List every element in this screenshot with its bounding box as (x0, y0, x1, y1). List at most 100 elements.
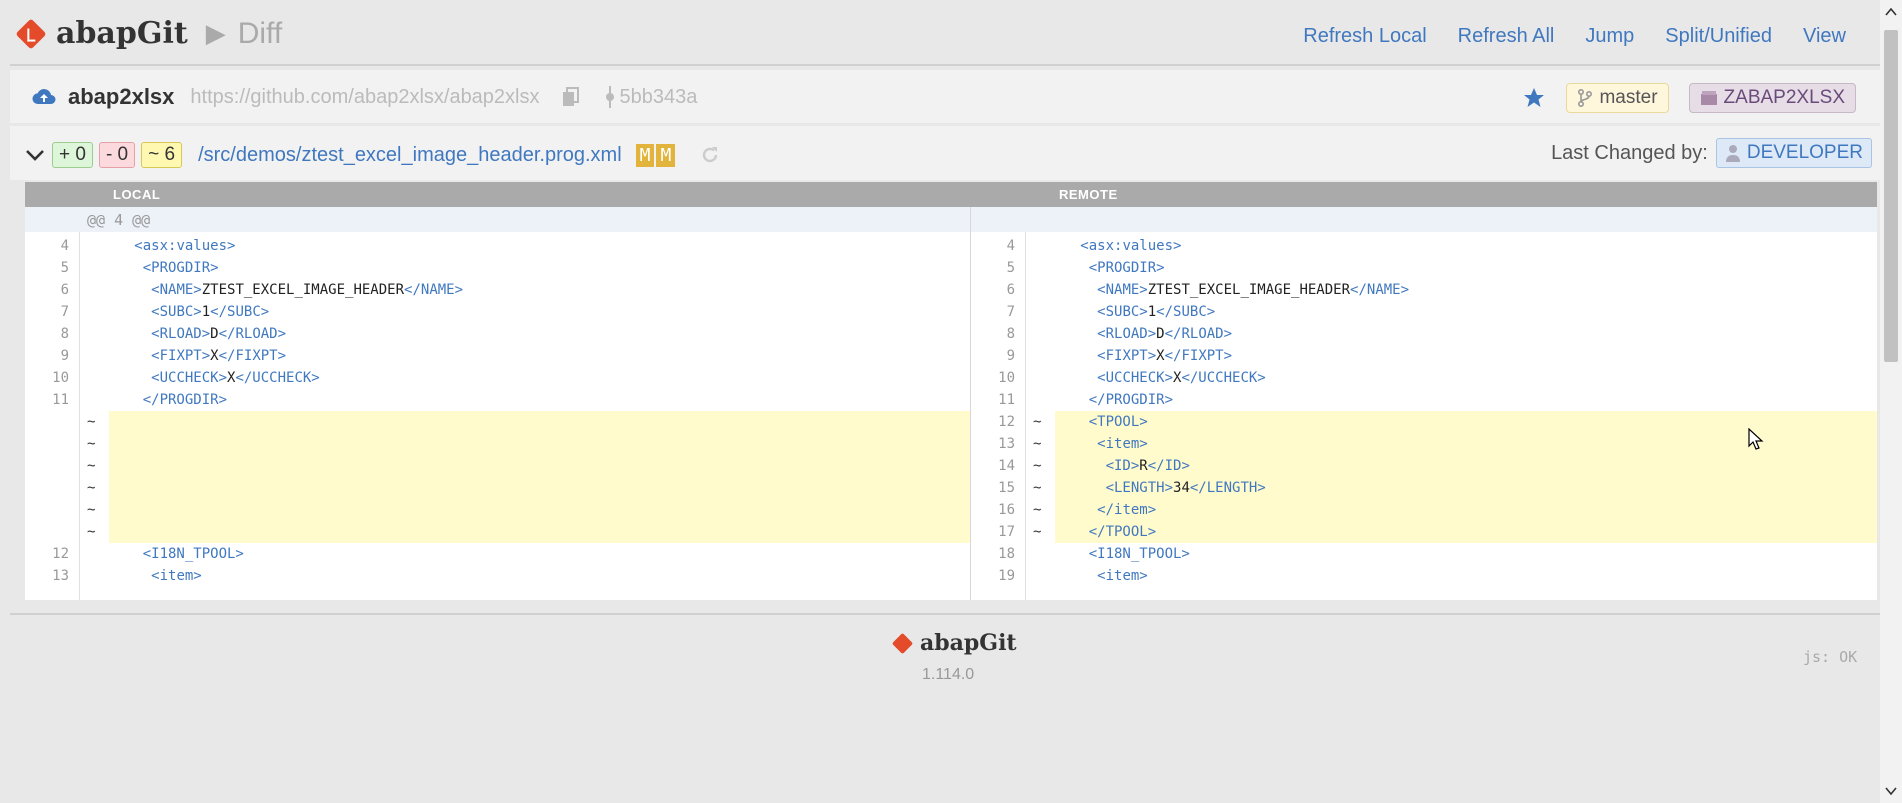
diff-header: LOCAL REMOTE (25, 182, 1877, 207)
remote-code-line: </item> (1097, 502, 1157, 518)
remote-line-number: 4 (1006, 238, 1015, 254)
local-code-line: </PROGDIR> (142, 392, 228, 408)
scroll-up-icon[interactable] (1885, 6, 1897, 18)
local-code-line: <I18N_TPOOL> (142, 546, 244, 562)
local-changed-line (109, 411, 970, 433)
modified-count-badge: ~ 6 (141, 142, 183, 168)
remote-line-number: 15 (998, 480, 1015, 496)
local-line-number: 5 (60, 260, 69, 276)
local-column-label: LOCAL (113, 187, 161, 202)
user-icon (1725, 145, 1740, 162)
local-line-number: 4 (60, 238, 69, 254)
local-line-number: 9 (60, 348, 69, 364)
local-changed-line (109, 477, 970, 499)
remote-code-line: </TPOOL> (1088, 524, 1157, 540)
local-state-badge: M (635, 143, 655, 167)
diff-table: LOCAL REMOTE @@ 4 @@ 4 4 <asx:values> <as… (25, 182, 1877, 600)
remote-line-number: 10 (998, 370, 1015, 386)
remote-code-line: <RLOAD>D</RLOAD> (1097, 326, 1233, 342)
chevron-down-icon[interactable] (24, 144, 46, 166)
remote-change-mark: ~ (1033, 480, 1042, 496)
version-label: 1.114.0 (922, 666, 975, 683)
brand: abapGit ▶ Diff (15, 16, 283, 51)
header-divider (10, 64, 1880, 66)
local-code-line: <asx:values> (134, 238, 236, 254)
remote-code-line: <NAME>ZTEST_EXCEL_IMAGE_HEADER</NAME> (1097, 282, 1410, 298)
remote-column-label: REMOTE (1059, 187, 1118, 202)
local-line-number: 12 (52, 546, 69, 562)
file-bar: + 0 - 0 ~ 6 /src/demos/ztest_excel_image… (10, 126, 1880, 180)
remote-code-line: <I18N_TPOOL> (1088, 546, 1190, 562)
package-badge[interactable]: ZABAP2XLSX (1688, 83, 1856, 113)
breadcrumb-separator: ▶ (205, 18, 226, 48)
footer-divider (10, 613, 1880, 615)
local-code-line: <FIXPT>X</FIXPT> (151, 348, 287, 364)
branch-name: master (1599, 87, 1658, 108)
refresh-local-link[interactable]: Refresh Local (1303, 25, 1426, 48)
local-change-mark: ~ (87, 480, 96, 496)
remote-change-mark: ~ (1033, 458, 1042, 474)
package-name: ZABAP2XLSX (1723, 87, 1845, 108)
refresh-all-link[interactable]: Refresh All (1458, 25, 1555, 48)
local-line-number: 13 (52, 568, 69, 584)
remote-change-mark: ~ (1033, 414, 1042, 430)
remote-line-number: 18 (998, 546, 1015, 562)
branch-badge[interactable]: master (1566, 83, 1669, 113)
remote-change-mark: ~ (1033, 436, 1042, 452)
top-nav: Refresh Local Refresh All Jump Split/Uni… (1303, 25, 1846, 48)
local-change-mark: ~ (87, 502, 96, 518)
scrollbar[interactable] (1880, 0, 1902, 803)
js-status: js: OK (1803, 648, 1858, 666)
remote-state-badge: M (656, 143, 676, 167)
hunk-header: @@ 4 @@ (25, 207, 1877, 232)
remote-code-line: <LENGTH>34</LENGTH> (1105, 480, 1266, 496)
local-changed-line (109, 521, 970, 543)
local-line-number: 11 (52, 392, 69, 408)
footer-logo-icon (891, 632, 914, 654)
repo-bar: abap2xlsx https://github.com/abap2xlsx/a… (10, 70, 1880, 123)
refresh-icon[interactable] (699, 144, 721, 166)
scroll-down-icon[interactable] (1885, 785, 1897, 797)
view-link[interactable]: View (1803, 25, 1846, 48)
repo-name[interactable]: abap2xlsx (68, 84, 174, 110)
local-code-line: <UCCHECK>X</UCCHECK> (151, 370, 320, 386)
brand-name[interactable]: abapGit (56, 16, 188, 51)
page-title: Diff (237, 16, 283, 50)
file-path-link[interactable]: /src/demos/ztest_excel_image_header.prog… (198, 144, 622, 167)
remote-code-line: <FIXPT>X</FIXPT> (1097, 348, 1233, 364)
remote-line-number: 7 (1006, 304, 1015, 320)
jump-link[interactable]: Jump (1585, 25, 1634, 48)
remote-code-line: <asx:values> (1080, 238, 1182, 254)
hunk-header-text: @@ 4 @@ (87, 211, 151, 229)
local-code-line: <RLOAD>D</RLOAD> (151, 326, 287, 342)
local-change-mark: ~ (87, 414, 96, 430)
remote-line-number: 11 (998, 392, 1015, 408)
local-changed-line (109, 433, 970, 455)
remote-code-line: <ID>R</ID> (1105, 458, 1190, 474)
commit-icon (605, 86, 614, 108)
remote-code-line: <PROGDIR> (1088, 260, 1165, 276)
remote-line-number: 19 (998, 568, 1015, 584)
repo-url[interactable]: https://github.com/abap2xlsx/abap2xlsx (190, 86, 539, 109)
remote-change-mark: ~ (1033, 524, 1042, 540)
local-line-number: 7 (60, 304, 69, 320)
local-changed-line (109, 499, 970, 521)
scrollbar-thumb[interactable] (1884, 30, 1898, 362)
cloud-upload-icon (32, 89, 56, 105)
local-changed-line (109, 455, 970, 477)
remote-line-number: 8 (1006, 326, 1015, 342)
footer-brand: abapGit (920, 630, 1017, 656)
remote-code-line: <item> (1097, 436, 1148, 452)
last-changed-label: Last Changed by: (1551, 141, 1708, 164)
split-unified-link[interactable]: Split/Unified (1665, 25, 1772, 48)
user-badge[interactable]: DEVELOPER (1715, 138, 1872, 168)
branch-icon (1578, 89, 1593, 107)
commit-hash[interactable]: 5bb343a (620, 86, 698, 109)
remote-line-number: 9 (1006, 348, 1015, 364)
copy-icon[interactable] (562, 87, 580, 107)
local-change-mark: ~ (87, 436, 96, 452)
remote-line-number: 6 (1006, 282, 1015, 298)
star-icon[interactable] (1522, 86, 1546, 110)
remote-line-number: 5 (1006, 260, 1015, 276)
top-bar: abapGit ▶ Diff Refresh Local Refresh All… (0, 0, 1880, 66)
